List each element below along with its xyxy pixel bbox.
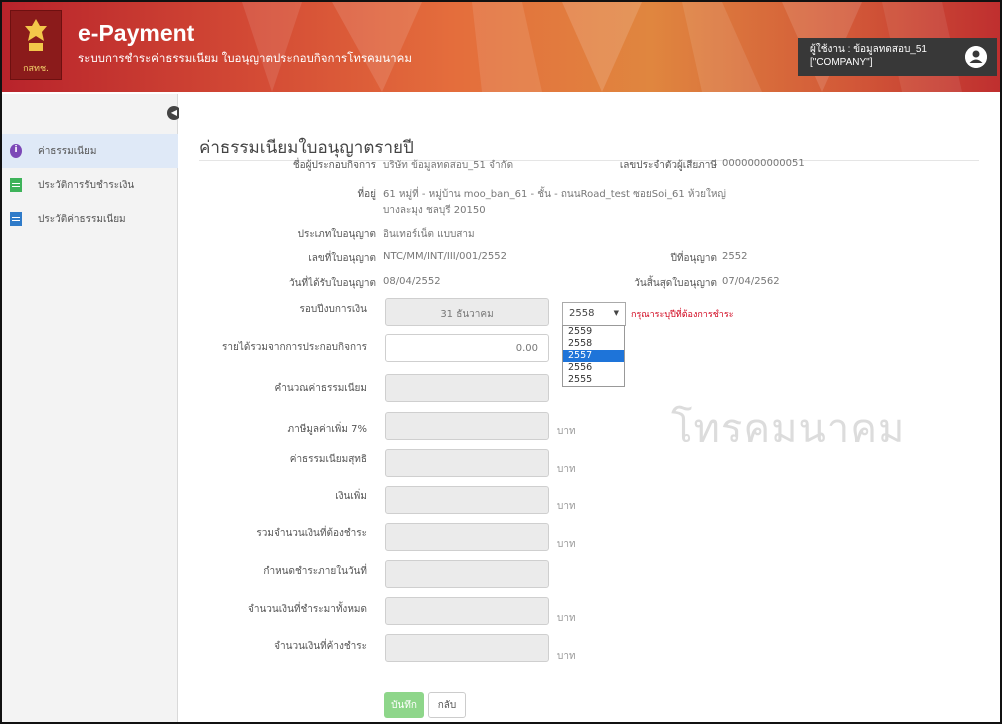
license-no-value: NTC/MM/INT/III/001/2552 — [383, 251, 508, 262]
total-due-field — [385, 523, 549, 551]
fiscal-field: 31 ธันวาคม — [385, 298, 549, 326]
save-button[interactable]: บันทึก — [384, 692, 424, 718]
income-label: รายได้รวมจากการประกอบกิจการ — [222, 342, 367, 353]
app-window: กสทช. e-Payment ระบบการชำระค่าธรรมเนียม … — [0, 0, 1002, 724]
year-select[interactable]: 2558 ▼ — [562, 302, 626, 326]
app-title: e-Payment — [78, 20, 195, 46]
sidebar: ◀ i ค่าธรรมเนียม ประวัติการรับชำระเงิน ป… — [2, 94, 181, 722]
total-due-unit: บาท — [557, 539, 576, 550]
taxid-label: เลขประจำตัวผู้เสียภาษี — [619, 160, 717, 171]
outstanding-field — [385, 634, 549, 662]
paid-total-field — [385, 597, 549, 625]
year-option[interactable]: 2558 — [563, 338, 624, 350]
sidebar-item-label: ประวัติการรับชำระเงิน — [38, 179, 135, 191]
issue-date-label: วันที่ได้รับใบอนุญาต — [289, 278, 376, 289]
paid-total-unit: บาท — [557, 613, 576, 624]
address-line-2: บางละมุง ชลบุรี 20150 — [383, 205, 486, 216]
year-option[interactable]: 2555 — [563, 374, 624, 386]
fiscal-label: รอบปีงบการเงิน — [299, 304, 367, 315]
operator-label: ชื่อผู้ประกอบกิจการ — [292, 160, 376, 171]
logo: กสทช. — [10, 10, 62, 80]
watermark: โทรคมนาคม — [671, 406, 906, 452]
user-avatar-icon[interactable] — [965, 46, 987, 68]
emblem-icon — [25, 19, 47, 51]
document-icon — [10, 178, 22, 192]
back-button[interactable]: กลับ — [428, 692, 466, 718]
due-date-field — [385, 560, 549, 588]
year-dropdown-list: 2559 2558 2557 2556 2555 — [562, 325, 625, 387]
sidebar-item-label: ประวัติค่าธรรมเนียม — [38, 213, 126, 225]
surcharge-label: เงินเพิ่ม — [335, 491, 367, 502]
header-banner: กสทช. e-Payment ระบบการชำระค่าธรรมเนียม … — [2, 2, 1000, 92]
surcharge-unit: บาท — [557, 501, 576, 512]
fee-calc-field — [385, 374, 549, 402]
outstanding-unit: บาท — [557, 651, 576, 662]
sidebar-item-fee-history[interactable]: ประวัติค่าธรรมเนียม — [2, 202, 178, 236]
expiry-date-value: 07/04/2562 — [722, 276, 780, 287]
logo-caption: กสทช. — [23, 64, 49, 74]
paid-total-label: จำนวนเงินที่ชำระมาทั้งหมด — [248, 604, 367, 615]
user-menu[interactable]: ผู้ใช้งาน : ข้อมูลทดสอบ_51 ["COMPANY"] — [798, 38, 997, 76]
address-label: ที่อยู่ — [357, 189, 376, 200]
document-icon — [10, 212, 22, 226]
net-fee-field — [385, 449, 549, 477]
license-year-label: ปีที่อนุญาต — [670, 253, 717, 264]
surcharge-field — [385, 486, 549, 514]
expiry-date-label: วันสิ้นสุดใบอนุญาต — [634, 278, 717, 289]
main-content: ค่าธรรมเนียมใบอนุญาตรายปี ชื่อผู้ประกอบก… — [179, 94, 1000, 722]
license-type-value: อินเทอร์เน็ต แบบสาม — [383, 229, 475, 240]
income-input[interactable]: 0.00 — [385, 334, 549, 362]
year-option[interactable]: 2559 — [563, 326, 624, 338]
vat-field — [385, 412, 549, 440]
license-no-label: เลขที่ใบอนุญาต — [308, 253, 376, 264]
license-year-value: 2552 — [722, 251, 748, 262]
year-hint: กรุณาระบุปีที่ต้องการชำระ — [631, 310, 734, 320]
year-option-highlighted[interactable]: 2557 — [563, 350, 624, 362]
net-fee-label: ค่าธรรมเนียมสุทธิ — [289, 454, 367, 465]
vat-unit: บาท — [557, 426, 576, 437]
chevron-down-icon: ▼ — [613, 309, 619, 317]
operator-value: บริษัท ข้อมูลทดสอบ_51 จำกัด — [383, 160, 514, 171]
year-select-value: 2558 — [569, 308, 595, 319]
info-icon: i — [10, 144, 22, 158]
sidebar-item-fees[interactable]: i ค่าธรรมเนียม — [2, 134, 178, 168]
address-line-1: 61 หมู่ที่ - หมู่บ้าน moo_ban_61 - ชั้น … — [383, 189, 726, 200]
taxid-value: 0000000000051 — [722, 158, 805, 169]
issue-date-value: 08/04/2552 — [383, 276, 441, 287]
net-fee-unit: บาท — [557, 464, 576, 475]
fee-calc-label: คำนวณค่าธรรมเนียม — [274, 383, 367, 394]
app-subtitle: ระบบการชำระค่าธรรมเนียม ใบอนุญาตประกอบกิ… — [78, 53, 412, 65]
sidebar-item-label: ค่าธรรมเนียม — [38, 145, 97, 157]
total-due-label: รวมจำนวนเงินที่ต้องชำระ — [256, 528, 367, 539]
due-date-label: กำหนดชำระภายในวันที่ — [263, 566, 367, 577]
year-option[interactable]: 2556 — [563, 362, 624, 374]
sidebar-item-payment-history[interactable]: ประวัติการรับชำระเงิน — [2, 168, 178, 202]
page-title: ค่าธรรมเนียมใบอนุญาตรายปี — [199, 138, 414, 157]
vat-label: ภาษีมูลค่าเพิ่ม 7% — [287, 424, 367, 435]
license-type-label: ประเภทใบอนุญาต — [297, 229, 376, 240]
outstanding-label: จำนวนเงินที่ค้างชำระ — [274, 641, 367, 652]
